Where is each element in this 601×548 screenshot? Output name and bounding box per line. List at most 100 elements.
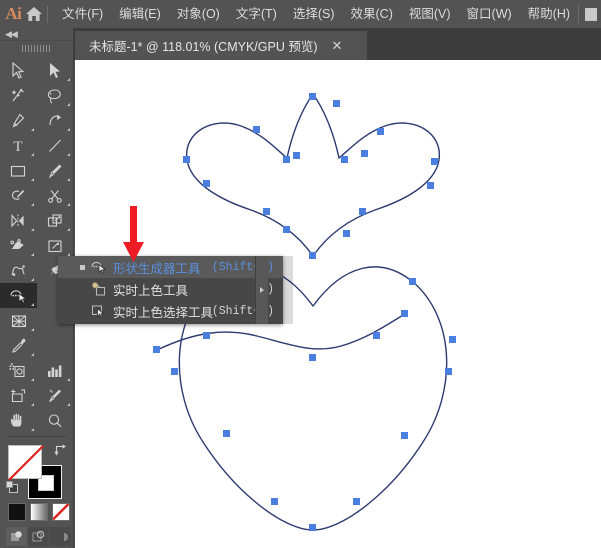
type-tool[interactable]: T [0,133,37,158]
tool-group-indicator [67,378,70,381]
tool-group-indicator [67,403,70,406]
tool-group-indicator [67,178,70,181]
perspective-grid-tool[interactable] [0,308,37,333]
tool-group-indicator [31,303,34,306]
tearoff-handle[interactable] [255,256,268,324]
menu-help[interactable]: 帮助(H) [520,2,578,26]
menu-view[interactable]: 视图(V) [401,2,459,26]
menubar-right-controls [578,0,601,28]
direct-selection-tool[interactable] [37,58,74,83]
menu-live-paint-bucket-tool[interactable]: 实时上色工具 (K) [58,278,283,300]
tool-row [0,408,73,433]
menu-type[interactable]: 文字(T) [228,2,285,26]
width-tool[interactable] [0,233,37,258]
column-graph-tool[interactable] [37,358,74,383]
swap-fill-stroke-icon[interactable] [53,443,68,457]
collapse-panel-icon[interactable]: ◀◀ [5,29,18,39]
draw-behind-button[interactable] [28,527,49,546]
slice-tool[interactable] [37,383,74,408]
draw-inside-button[interactable] [50,527,71,546]
color-controls [0,441,74,546]
tool-group-indicator [30,378,34,381]
workspace-switcher-icon[interactable] [585,7,598,21]
menubar-divider [47,5,49,23]
scale-tool[interactable] [37,208,74,233]
document-tab-title: 未标题-1* @ 118.01% (CMYK/GPU 预览) [89,40,318,54]
toolbar-divider [6,436,67,437]
menu-window[interactable]: 窗口(W) [459,2,520,26]
document-tab-bar: 未标题-1* @ 118.01% (CMYK/GPU 预览) ✕ [74,28,601,60]
selection-tool[interactable] [0,58,37,83]
gradient-mode-button[interactable] [30,503,48,521]
hand-tool[interactable] [0,408,37,433]
shaper-tool[interactable] [0,183,37,208]
magic-wand-tool[interactable] [0,83,37,108]
tool-group-indicator [67,103,70,106]
default-fill-stroke-icon[interactable] [5,480,21,496]
tool-group-indicator [67,228,70,231]
tool-group-indicator [31,353,34,356]
flyout-shadow [283,256,293,324]
tool-row [0,58,73,83]
rectangle-tool[interactable] [0,158,37,183]
live-paint-selection-icon [90,303,107,319]
tool-group-indicator [30,228,34,231]
selected-bullet-icon [80,265,85,270]
shape-builder-tool[interactable] [0,283,37,308]
zoom-tool[interactable] [37,408,74,433]
fill-none-indicator [8,445,44,481]
symbol-sprayer-tool-2[interactable] [0,358,37,383]
draw-mode-buttons [6,527,71,546]
tool-row [0,158,73,183]
menu-effect[interactable]: 效果(C) [343,2,401,26]
tool-list: T [0,56,73,433]
close-icon[interactable]: ✕ [331,39,342,52]
tearoff-arrow-icon [260,287,264,293]
menu-items: 文件(F) 编辑(E) 对象(O) 文字(T) 选择(S) 效果(C) 视图(V… [54,2,578,26]
tool-row [0,333,73,358]
symbol-sprayer-tool[interactable] [0,258,37,283]
tool-group-indicator [30,278,34,281]
shape-builder-icon [90,259,107,275]
paintbrush-tool[interactable] [37,158,74,183]
live-paint-bucket-icon [90,281,107,297]
svg-text:T: T [14,139,23,155]
menu-file[interactable]: 文件(F) [54,2,111,26]
menu-select[interactable]: 选择(S) [285,2,343,26]
tools-panel-grip[interactable] [0,41,73,56]
shape-builder-flyout: 形状生成器工具 (Shift+M) 实时上色工具 (K) 实时上色选择 [58,256,283,324]
document-tab[interactable]: 未标题-1* @ 118.01% (CMYK/GPU 预览) ✕ [75,31,367,60]
draw-normal-button[interactable] [6,527,27,546]
lasso-tool[interactable] [37,83,74,108]
scissors-tool[interactable] [37,183,74,208]
tool-row [0,83,73,108]
curvature-tool[interactable] [37,108,74,133]
tool-group-indicator [30,203,34,206]
strawberry-crown-path [186,92,440,258]
eyedropper-tool[interactable] [0,333,37,358]
pen-tool[interactable] [0,108,37,133]
tool-row [0,358,73,383]
tool-group-indicator [30,128,34,131]
tools-panel-header[interactable]: ◀◀ [0,28,73,41]
none-mode-button[interactable] [52,503,70,521]
tool-group-indicator [30,428,34,431]
menu-object[interactable]: 对象(O) [169,2,228,26]
artboard-tool[interactable] [0,383,37,408]
color-mode-button[interactable] [8,503,26,521]
tool-row [0,183,73,208]
tool-row [0,108,73,133]
free-transform-tool[interactable] [37,233,74,258]
rotate-tool[interactable] [0,208,37,233]
menu-live-paint-selection-tool[interactable]: 实时上色选择工具 (Shift+L) [58,300,283,322]
tool-row: T [0,133,73,158]
home-icon[interactable] [23,0,46,28]
fill-swatch[interactable] [8,445,44,481]
menu-shape-builder-tool[interactable]: 形状生成器工具 (Shift+M) [58,256,283,278]
tool-group-indicator [30,403,34,406]
menu-edit[interactable]: 编辑(E) [111,2,169,26]
tool-row [0,383,73,408]
red-arrow-annotation [118,206,148,264]
menu-item-label: 实时上色选择工具 [113,305,214,320]
line-segment-tool[interactable] [37,133,74,158]
